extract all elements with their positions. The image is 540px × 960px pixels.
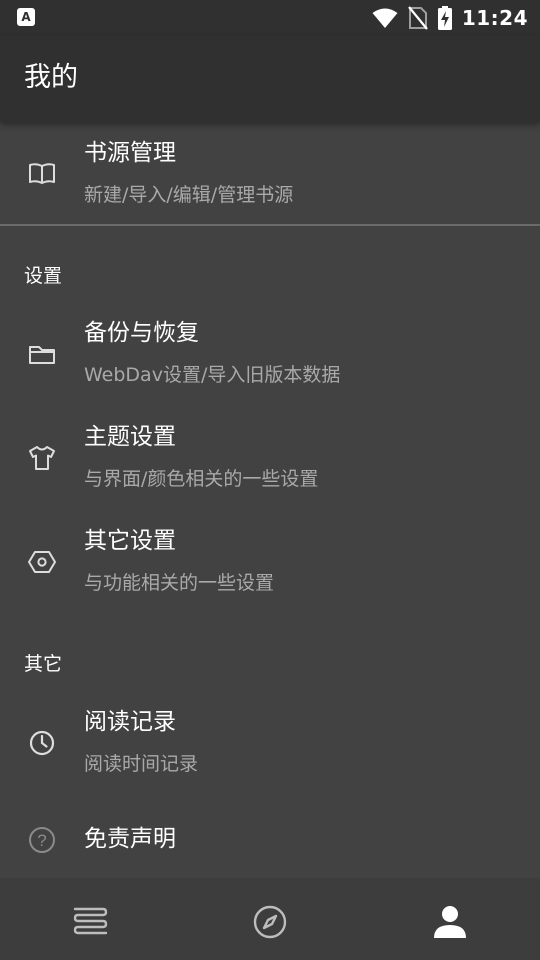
status-indicators: 11:24 <box>372 0 528 36</box>
theme-settings-subtitle: 与界面/颜色相关的一些设置 <box>84 468 319 490</box>
bottom-navigation <box>0 878 540 960</box>
shirt-icon <box>27 443 57 473</box>
no-sim-icon <box>407 6 428 30</box>
page-title: 我的 <box>24 62 78 93</box>
nav-bookshelf[interactable] <box>70 902 110 942</box>
book-open-icon <box>27 158 57 188</box>
section-header-others: 其它 <box>24 653 63 675</box>
book-source-title: 书源管理 <box>84 140 176 166</box>
other-settings-item[interactable]: 其它设置 与功能相关的一些设置 <box>0 510 540 614</box>
backup-restore-item[interactable]: 备份与恢复 WebDav设置/导入旧版本数据 <box>0 302 540 406</box>
settings-list[interactable]: 书源管理 新建/导入/编辑/管理书源 设置 备份与恢复 WebDav设置/导入旧… <box>0 122 540 878</box>
help-circle-icon: ? <box>27 825 57 855</box>
other-settings-subtitle: 与功能相关的一些设置 <box>84 572 275 594</box>
app-notification-icon: A <box>17 8 35 26</box>
reading-record-subtitle: 阅读时间记录 <box>84 753 199 775</box>
clock-icon <box>27 728 57 758</box>
book-source-subtitle: 新建/导入/编辑/管理书源 <box>84 184 294 206</box>
hexagon-settings-icon <box>27 547 57 577</box>
nav-profile[interactable] <box>430 902 470 942</box>
person-icon <box>434 906 466 938</box>
disclaimer-item[interactable]: ? 免责声明 <box>0 802 540 878</box>
svg-text:?: ? <box>37 831 46 850</box>
theme-settings-title: 主题设置 <box>84 424 176 450</box>
divider <box>0 224 540 226</box>
nav-discover[interactable] <box>250 902 290 942</box>
bookshelf-icon <box>73 907 108 935</box>
reading-record-title: 阅读记录 <box>84 709 176 735</box>
battery-charging-icon <box>437 6 452 30</box>
wifi-icon <box>372 8 398 28</box>
other-settings-title: 其它设置 <box>84 528 176 554</box>
backup-restore-subtitle: WebDav设置/导入旧版本数据 <box>84 364 341 386</box>
app-bar: 我的 <box>0 36 540 122</box>
folder-icon <box>27 339 57 369</box>
book-source-item[interactable]: 书源管理 新建/导入/编辑/管理书源 <box>0 122 540 226</box>
compass-icon <box>253 905 287 939</box>
theme-settings-item[interactable]: 主题设置 与界面/颜色相关的一些设置 <box>0 406 540 510</box>
backup-restore-title: 备份与恢复 <box>84 320 199 346</box>
status-bar: A 11:24 <box>0 0 540 36</box>
reading-record-item[interactable]: 阅读记录 阅读时间记录 <box>0 691 540 795</box>
status-time: 11:24 <box>461 6 528 30</box>
disclaimer-title: 免责声明 <box>84 826 176 852</box>
section-header-settings: 设置 <box>24 265 63 287</box>
